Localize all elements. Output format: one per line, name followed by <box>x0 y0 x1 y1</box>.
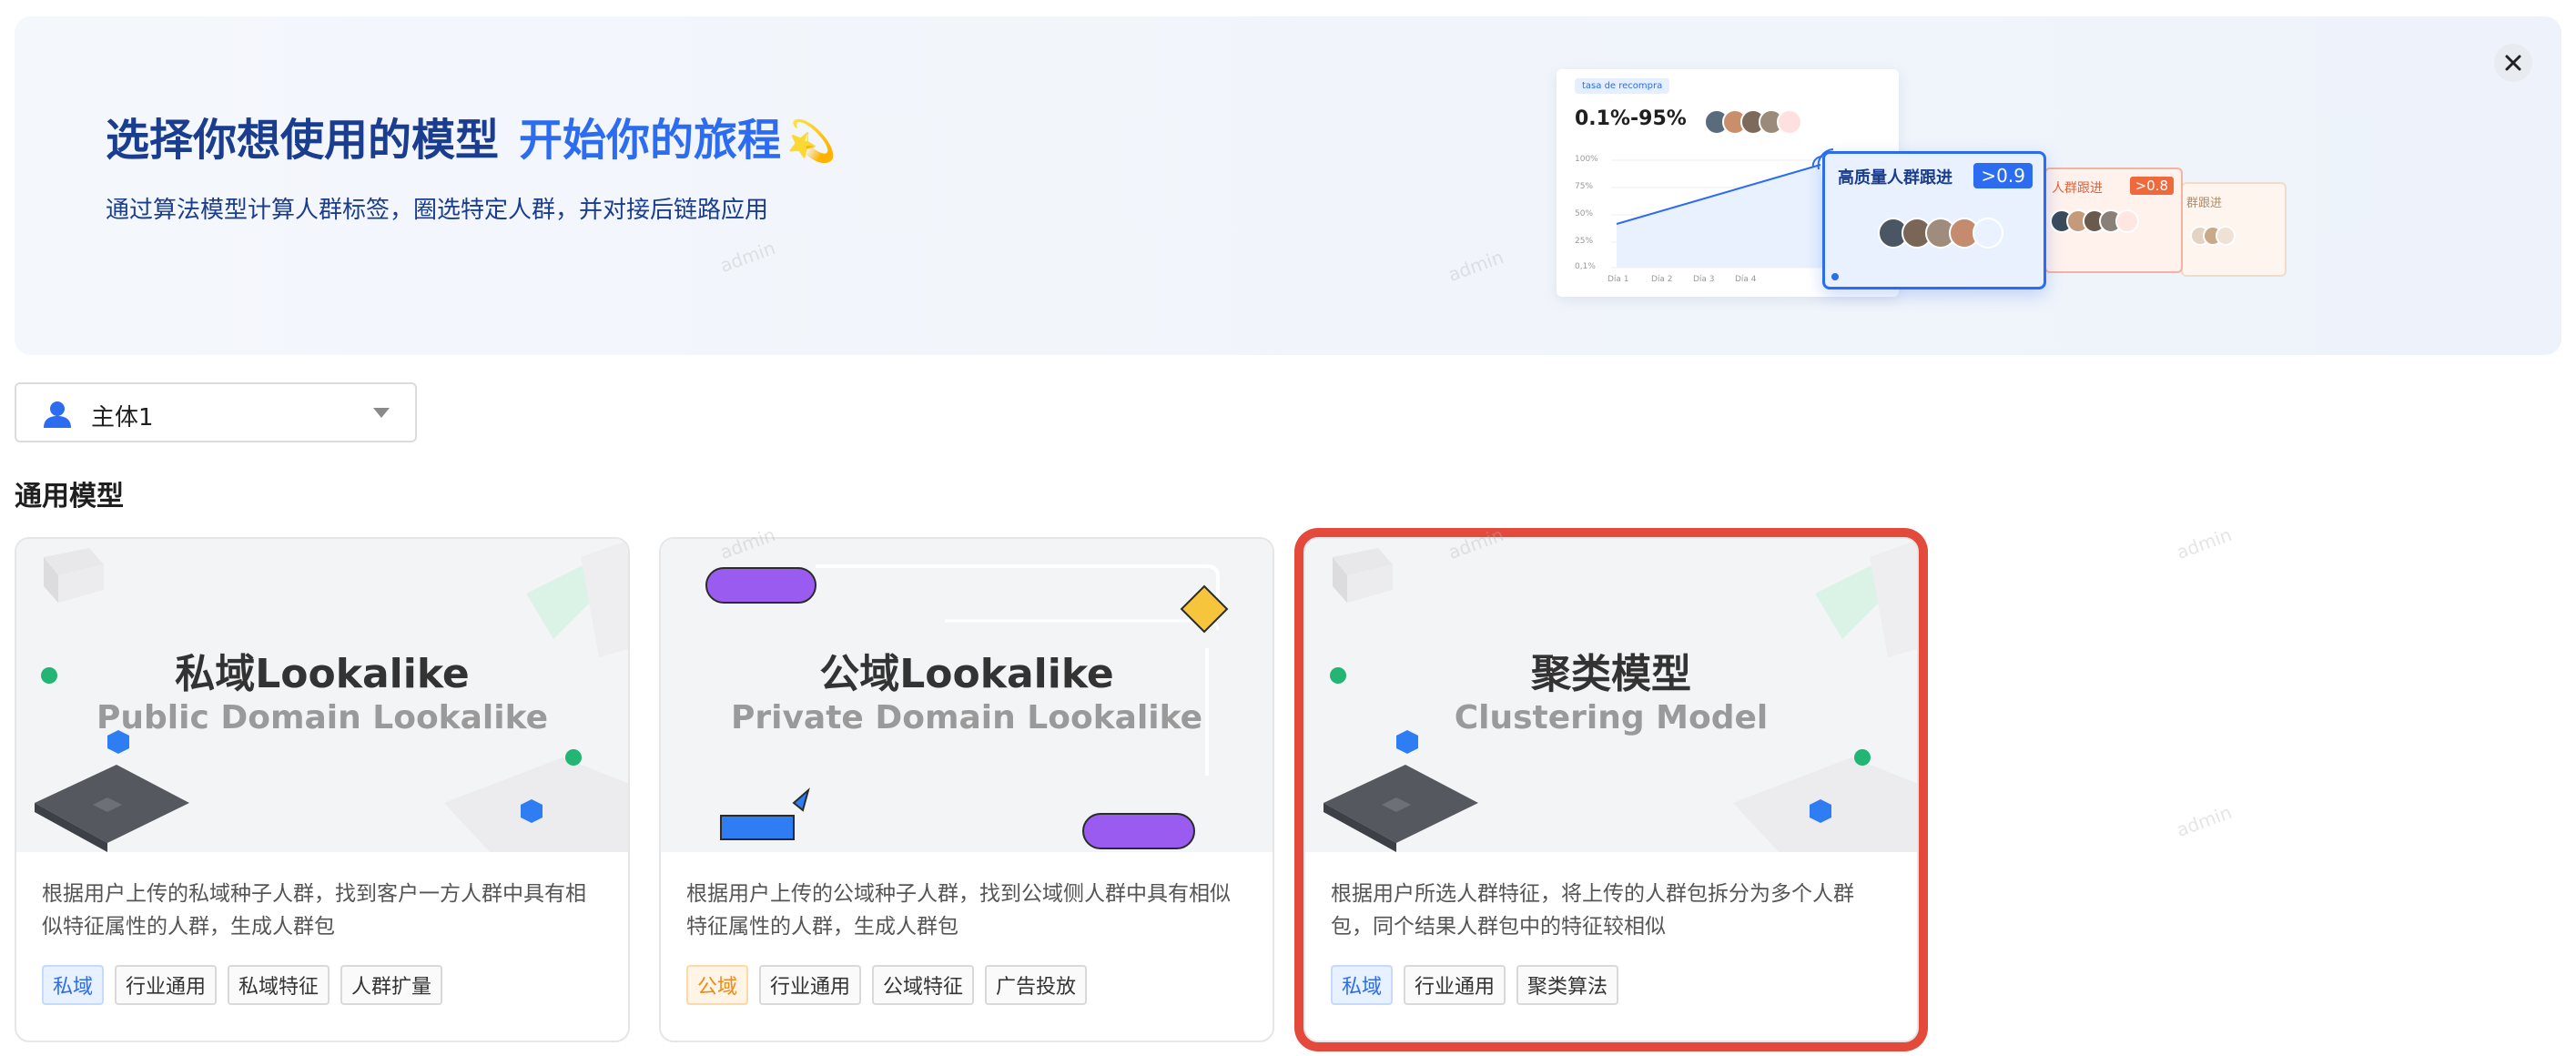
model-card-private-lookalike[interactable]: 私域Lookalike Public Domain Lookalike 根据用户… <box>15 537 630 1042</box>
card-subtitle-en: Private Domain Lookalike <box>730 699 1203 736</box>
section-title: 通用模型 <box>15 481 124 513</box>
avatar-group <box>1878 218 2003 249</box>
tag: 行业通用 <box>115 965 218 1005</box>
watermark: admin <box>2173 523 2235 564</box>
model-card-public-lookalike[interactable]: 公域Lookalike Private Domain Lookalike 根据用… <box>659 537 1274 1042</box>
avatar-group <box>1704 109 1802 135</box>
tag: 公域特征 <box>872 965 975 1005</box>
card-tags: 公域 行业通用 公域特征 广告投放 <box>686 965 1088 1005</box>
chart-ytick: 0,1% <box>1575 262 1596 271</box>
audience-card-secondary: 人群跟进 >0.8 <box>2044 168 2183 273</box>
chart-xtick: Día 4 <box>1735 275 1757 284</box>
tag: 行业通用 <box>759 965 862 1005</box>
chart-xtick: Día 3 <box>1693 275 1715 284</box>
audience-card-primary-badge: >0.9 <box>1973 163 2033 188</box>
model-card-clustering[interactable]: 聚类模型 Clustering Model 根据用户所选人群特征，将上传的人群包… <box>1303 537 1919 1042</box>
card-cover: 私域Lookalike Public Domain Lookalike <box>16 539 628 852</box>
tag: 私域 <box>1331 965 1394 1005</box>
user-icon <box>44 401 71 428</box>
chart-ytick: 25% <box>1575 237 1594 246</box>
tag: 公域 <box>686 965 749 1005</box>
card-title: 聚类模型 <box>1531 651 1691 697</box>
card-title: 公域Lookalike <box>819 651 1114 697</box>
close-button[interactable] <box>2494 44 2532 82</box>
audience-card-primary-title: 高质量人群跟进 <box>1838 168 1952 188</box>
audience-card-secondary-title: 人群跟进 <box>2052 181 2103 196</box>
avatar-group <box>2050 209 2139 233</box>
chart-ytick: 50% <box>1575 209 1594 218</box>
banner-title-main: 选择你想使用的模型 <box>106 115 500 166</box>
tag: 私域 <box>42 965 105 1005</box>
chart-ytick: 100% <box>1575 155 1598 164</box>
chart-ytick: 75% <box>1575 182 1594 191</box>
audience-card-tertiary-title: 群跟进 <box>2186 197 2223 210</box>
banner-title-accent: 开始你的旅程 <box>519 115 782 166</box>
card-subtitle-en: Public Domain Lookalike <box>96 699 548 736</box>
card-description: 根据用户上传的私域种子人群，找到客户一方人群中具有相似特征属性的人群，生成人群包 <box>42 882 586 939</box>
caret-down-icon <box>373 408 390 418</box>
chart-rate: 0.1%-95% <box>1575 107 1687 130</box>
chart-xtick: Día 1 <box>1607 275 1629 284</box>
sparkle-icon: 💫 <box>786 118 837 165</box>
close-icon <box>2505 55 2521 71</box>
hero-banner: 选择你想使用的模型 开始你的旅程 💫 通过算法模型计算人群标签，圈选特定人群，并对接… <box>15 16 2561 355</box>
card-description: 根据用户所选人群特征，将上传的人群包拆分为多个人群包，同个结果人群包中的特征较相… <box>1331 882 1854 939</box>
tag: 广告投放 <box>985 965 1088 1005</box>
subject-select[interactable]: 主体1 <box>15 382 417 442</box>
chart-chip: tasa de recompra <box>1575 78 1670 94</box>
card-subtitle-en: Clustering Model <box>1454 699 1769 736</box>
audience-card-tertiary: 群跟进 <box>2181 182 2287 277</box>
card-tags: 私域 行业通用 聚类算法 <box>1331 965 1619 1005</box>
card-description: 根据用户上传的公域种子人群，找到公域侧人群中具有相似特征属性的人群，生成人群包 <box>686 882 1231 939</box>
chart-xtick: Día 2 <box>1651 275 1673 284</box>
audience-card-primary: 高质量人群跟进 >0.9 <box>1822 151 2046 289</box>
avatar-group <box>2190 226 2236 246</box>
audience-card-secondary-badge: >0.8 <box>2129 177 2174 195</box>
tag: 私域特征 <box>228 965 330 1005</box>
dot-icon <box>1831 273 1839 280</box>
tag: 聚类算法 <box>1516 965 1619 1005</box>
card-cover: 公域Lookalike Private Domain Lookalike <box>661 539 1273 852</box>
tag: 行业通用 <box>1404 965 1506 1005</box>
banner-subtitle: 通过算法模型计算人群标签，圈选特定人群，并对接后链路应用 <box>106 197 769 224</box>
subject-select-value: 主体1 <box>91 404 154 432</box>
tag: 人群扩量 <box>340 965 443 1005</box>
card-title: 私域Lookalike <box>175 651 470 697</box>
card-tags: 私域 行业通用 私域特征 人群扩量 <box>42 965 443 1005</box>
watermark: admin <box>2173 801 2235 841</box>
card-cover: 聚类模型 Clustering Model <box>1305 539 1917 852</box>
banner-title: 选择你想使用的模型 开始你的旅程 💫 <box>106 104 837 168</box>
